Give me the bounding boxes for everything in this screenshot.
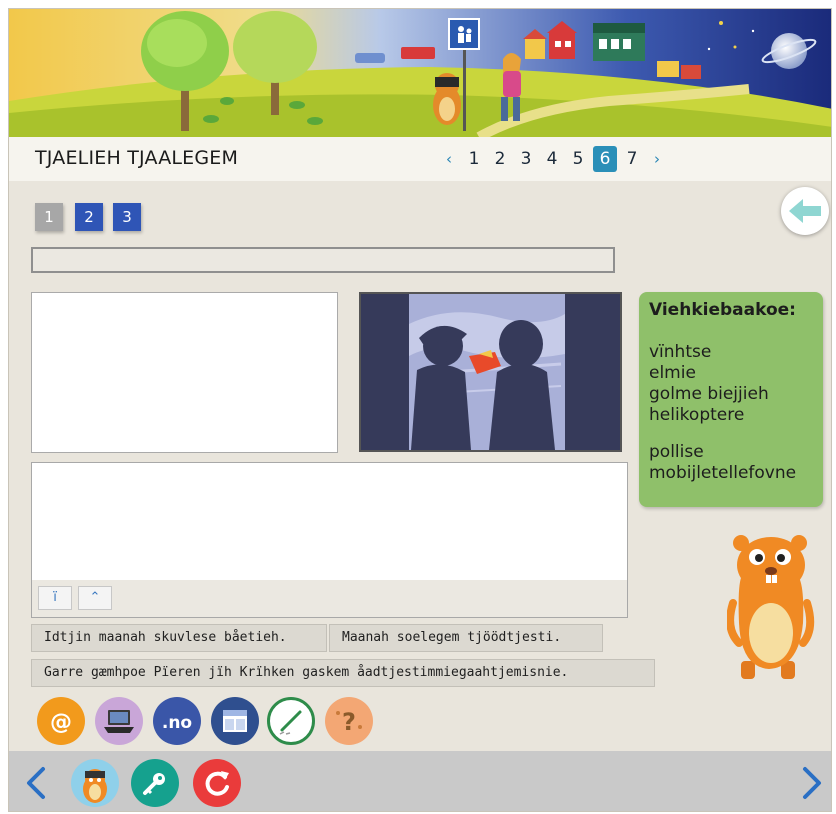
expand-button[interactable]: ⌃ — [78, 586, 112, 610]
no-domain-button[interactable]: .no — [153, 697, 201, 745]
laptop-icon — [104, 710, 134, 733]
email-icon: @ — [50, 710, 72, 735]
reload-icon — [205, 771, 229, 796]
vocabulary-word: vïnhtse — [649, 342, 712, 362]
prev-arrow-icon — [27, 767, 45, 799]
mascot-icon — [83, 769, 107, 803]
beaver-mascot — [726, 533, 815, 683]
page-link-3[interactable]: 3 — [513, 146, 539, 172]
page-link-1[interactable]: 1 — [461, 146, 487, 172]
subtab-1[interactable]: 1 — [35, 203, 63, 231]
page-link-4[interactable]: 4 — [539, 146, 565, 172]
sentence-button[interactable]: Maanah soelegem tjöödtjesti. — [329, 624, 603, 652]
next-arrow-icon — [803, 767, 821, 799]
no-domain-icon: .no — [162, 713, 192, 733]
vocabulary-panel: Viehkiebaakoe: vïnhtse elmie golme biejj… — [639, 292, 823, 507]
pagination-prev-button[interactable]: ‹ — [437, 150, 461, 168]
page-link-6-active[interactable]: 6 — [593, 146, 617, 172]
page-link-7[interactable]: 7 — [619, 146, 645, 172]
pagination-next-button[interactable]: › — [645, 150, 669, 168]
layout-button[interactable] — [211, 697, 259, 745]
mascot-button[interactable] — [71, 759, 119, 807]
answer-editor: ï ⌃ — [31, 462, 628, 618]
subtab-2[interactable]: 2 — [75, 203, 103, 231]
help-button[interactable]: ? — [325, 697, 373, 745]
footer-bar — [9, 751, 831, 811]
vocabulary-title: Viehkiebaakoe: — [649, 300, 796, 320]
email-symbol: @ — [50, 710, 72, 735]
reload-button[interactable] — [193, 759, 241, 807]
page-link-2[interactable]: 2 — [487, 146, 513, 172]
pencil-icon — [279, 710, 302, 735]
header-banner — [9, 9, 831, 137]
help-icon: ? — [336, 708, 362, 736]
vocabulary-word: elmie — [649, 363, 696, 383]
back-button[interactable] — [781, 187, 829, 235]
answer-textarea[interactable] — [32, 463, 627, 580]
no-domain-label: .no — [162, 713, 192, 733]
layout-icon — [223, 710, 247, 732]
page-pagination: ‹ 1 2 3 4 5 6 7 › — [437, 145, 669, 173]
text-box[interactable] — [31, 292, 338, 453]
key-icon — [143, 773, 165, 795]
write-button[interactable] — [267, 697, 315, 745]
subtab-3[interactable]: 3 — [113, 203, 141, 231]
special-character-button[interactable]: ï — [38, 586, 72, 610]
back-arrow-icon — [789, 199, 821, 223]
title-bar: TJAELIEH TJAALEGEM ‹ 1 2 3 4 5 6 7 › — [9, 137, 831, 181]
laptop-button[interactable] — [95, 697, 143, 745]
next-page-button[interactable] — [799, 763, 825, 803]
page-link-5[interactable]: 5 — [565, 146, 591, 172]
key-button[interactable] — [131, 759, 179, 807]
vocabulary-word: pollise — [649, 442, 704, 462]
app-window: TJAELIEH TJAALEGEM ‹ 1 2 3 4 5 6 7 › 1 2… — [8, 8, 832, 812]
prev-page-button[interactable] — [23, 763, 49, 803]
sentence-input-bar[interactable] — [31, 247, 615, 273]
help-symbol: ? — [342, 708, 356, 736]
vocabulary-spacer — [649, 426, 813, 442]
vocabulary-word: golme biejjieh — [649, 384, 769, 404]
vocabulary-word: helikoptere — [649, 405, 745, 425]
email-button[interactable]: @ — [37, 697, 85, 745]
page-title: TJAELIEH TJAALEGEM — [35, 147, 239, 169]
sentence-button[interactable]: Idtjin maanah skuvlese båetieh. — [31, 624, 327, 652]
beaver-mascot-icon — [726, 535, 815, 679]
sentence-button[interactable]: Garre gæmhpoe Pïeren jïh Krïhken gaskem … — [31, 659, 655, 687]
vocabulary-word: mobijletellefovne — [649, 463, 797, 483]
story-illustration — [359, 292, 622, 452]
silhouette-image — [361, 294, 620, 450]
banner-illustration — [9, 9, 831, 137]
